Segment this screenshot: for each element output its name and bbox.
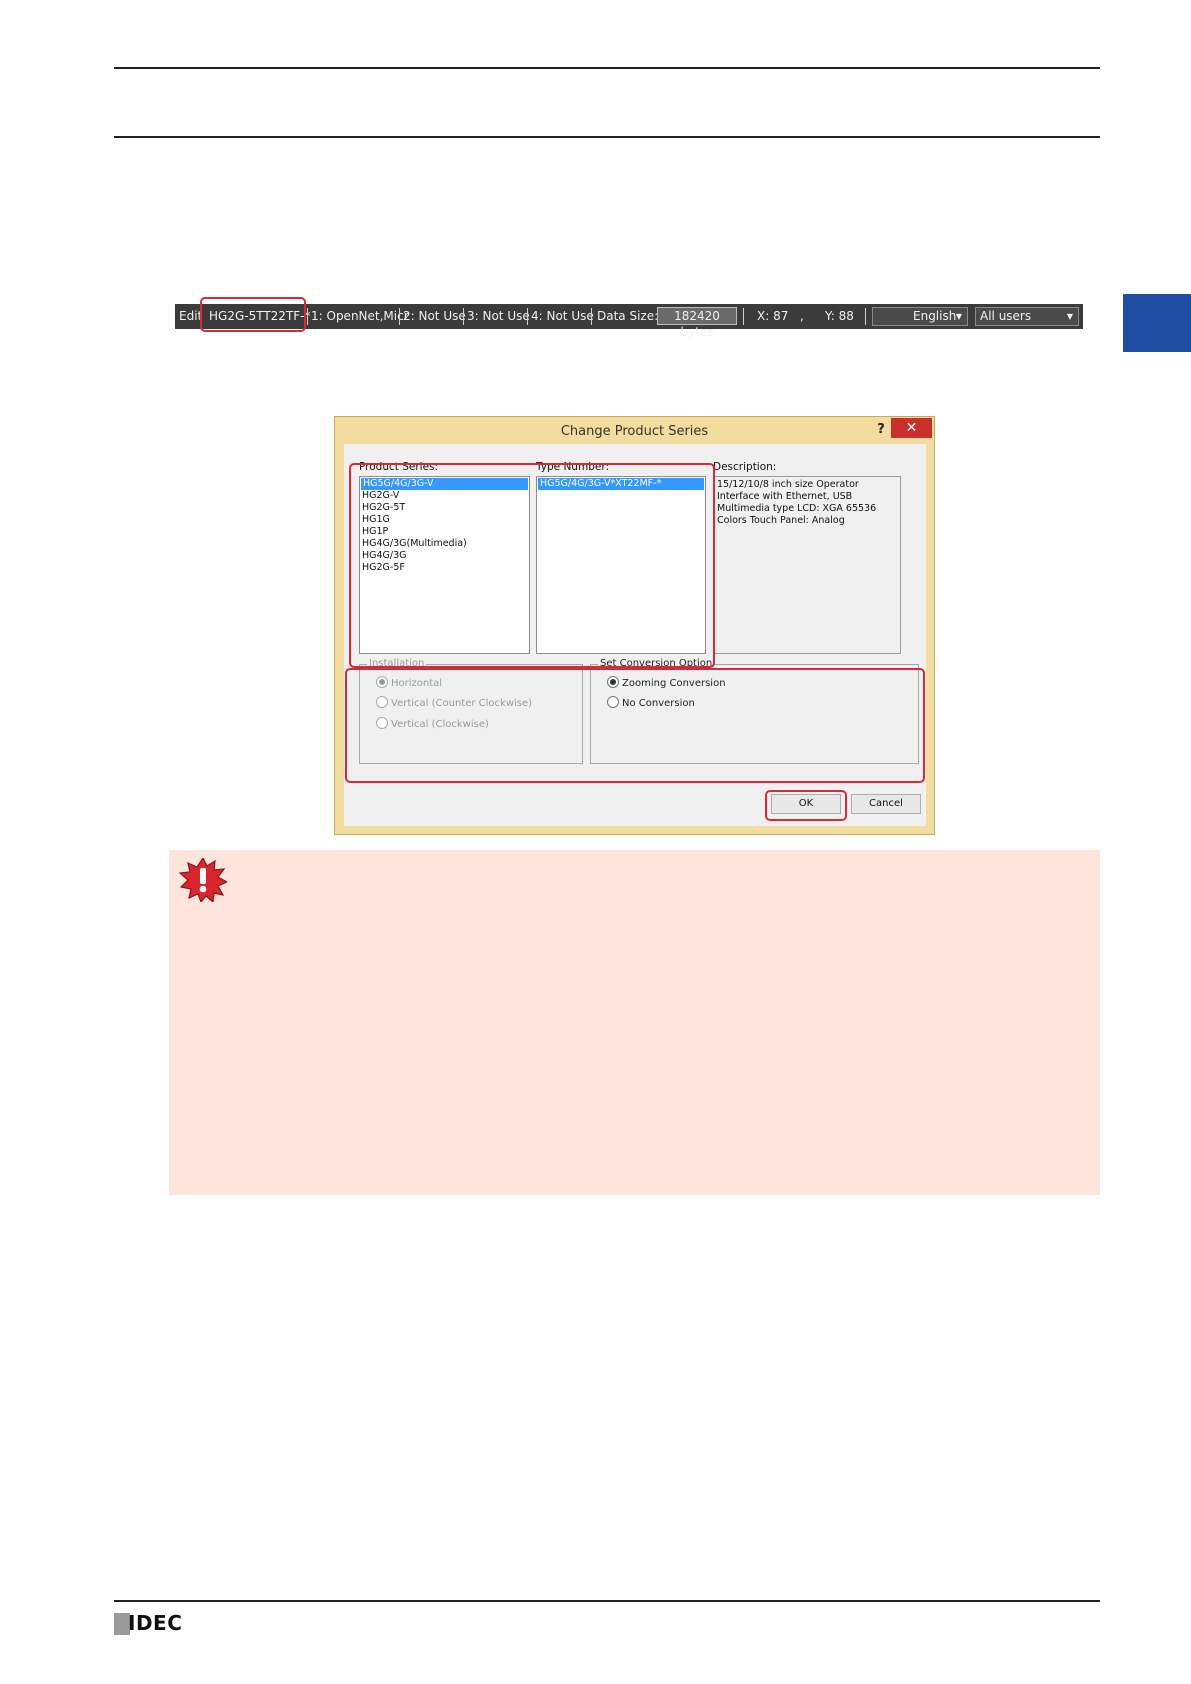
caution-panel [169,850,1100,1195]
chapter-tab [1123,294,1191,352]
header-rule-bottom [114,136,1100,138]
cancel-button[interactable]: Cancel [851,794,921,814]
status-separator [865,308,866,325]
footer-rule [114,1600,1100,1602]
status-comma: , [800,309,804,323]
status-x-coordinate: X: 87 [757,309,789,323]
status-separator [399,308,400,325]
chevron-down-icon: ▼ [955,312,962,321]
status-separator [743,308,744,325]
header-rule-top [114,67,1100,69]
status-data-size-value: 182420 bytes [657,307,737,339]
help-icon[interactable]: ? [870,419,892,441]
status-separator [527,308,528,325]
status-port-3: 3: Not Use [467,309,530,323]
highlight-installation-conversion [345,668,925,783]
status-port-1: 1: OpenNet,Micr [311,309,409,323]
status-edit: Edit [179,309,203,323]
dialog-title: Change Product Series [560,424,709,439]
status-bar: Edit HG2G-5TT22TF-* 1: OpenNet,Micr 2: N… [175,304,1083,339]
status-port-2: 2: Not Use [403,309,466,323]
status-separator [307,308,308,325]
user-select[interactable]: All users ▼ [975,307,1079,326]
caution-burst-icon [179,858,227,902]
highlight-model [200,297,306,332]
language-select-value: English [913,309,957,323]
status-separator [591,308,592,325]
highlight-series-type-lists [349,463,715,668]
highlight-ok-button [765,790,847,821]
description-label: Description: [713,461,777,473]
status-separator [463,308,464,325]
status-data-size-label: Data Size: [597,309,659,323]
logo-text: IDEC [128,1611,183,1635]
status-y-coordinate: Y: 88 [825,309,854,323]
language-select[interactable]: English ▼ [872,307,968,326]
description-text: 15/12/10/8 inch size Operator Interface … [713,476,901,654]
close-icon[interactable]: ✕ [891,418,932,438]
chevron-down-icon: ▼ [1066,312,1073,321]
status-port-4: 4: Not Use [531,309,594,323]
user-select-value: All users [980,309,1032,323]
